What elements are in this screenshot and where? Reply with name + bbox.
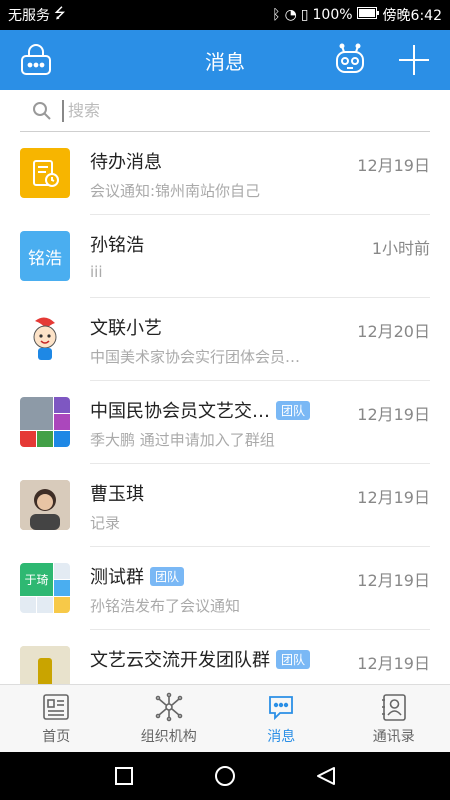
tab-contacts[interactable]: 通讯录 [338,685,450,752]
list-item[interactable]: 曹玉琪 记录 12月19日 [0,464,450,547]
app-header: 消息 [0,30,450,90]
mascot-icon [33,317,57,360]
item-name: 孙铭浩 [90,235,144,256]
item-preview: 中国美术家协会实行团体会员… [90,348,301,366]
contacts-icon [381,693,406,721]
avatar-text: 于琦 [20,563,53,596]
plus-icon [399,45,429,75]
item-time: 12月19日 [357,488,430,507]
item-preview: 会议通知:锦州南站你自己 [90,182,261,200]
item-time: 1小时前 [371,239,430,258]
message-icon [269,695,294,720]
item-time: 12月19日 [357,156,430,175]
list-item[interactable]: 铭浩 孙铭浩 iii 1小时前 [0,215,450,298]
item-name: 测试群 团队 [90,563,185,589]
carrier-text: 无服务 [8,8,50,24]
item-name: 曹玉琪 [90,484,144,505]
item-name: 中国民协会员文艺交… 团队 [90,397,311,423]
battery-icon [356,7,379,23]
back-icon[interactable] [316,766,336,786]
item-preview: 孙铭浩发布了会议通知 [90,597,241,615]
tab-messages[interactable]: 消息 [225,685,338,752]
search-bar [20,90,430,132]
avatar: 铭浩 [20,231,70,281]
person-photo-icon [20,480,70,530]
team-badge: 团队 [276,400,311,420]
item-preview: iii [90,263,103,281]
photo-avatar [20,646,70,684]
list-item[interactable]: 文艺云交流开发团队群 团队 12月19日 [0,630,450,684]
system-nav-bar [0,752,450,800]
item-time: 12月19日 [357,571,430,590]
page-title: 消息 [205,49,245,74]
bluetooth-icon: ᛒ [272,7,281,23]
battery-percent: 100% [312,7,353,23]
tab-label: 消息 [267,728,296,745]
org-icon [155,692,183,721]
todo-avatar [20,148,70,198]
tab-label: 通讯录 [372,728,415,745]
tab-org[interactable]: 组织机构 [113,685,226,752]
phone-photo-icon [20,646,70,684]
home-circle-icon[interactable] [214,765,236,787]
wifi-icon: ◔ [284,7,297,23]
todo-icon [33,160,59,187]
recents-icon[interactable] [114,766,134,786]
robot-button[interactable] [330,40,370,80]
add-button[interactable] [394,40,434,80]
tab-label: 组织机构 [140,728,197,745]
mascot-avatar [20,314,70,364]
team-badge: 团队 [150,566,185,586]
search-icon [33,101,51,120]
list-item[interactable]: 待办消息 会议通知:锦州南站你自己 12月19日 [0,132,450,215]
item-time: 12月20日 [357,322,430,341]
usb-icon: ⭍ [54,6,66,22]
group-avatar [20,397,70,447]
lock-icon [21,44,51,75]
avatar-text: 铭浩 [28,248,62,269]
item-name: 文艺云交流开发团队群 团队 [90,646,311,672]
photo-avatar [20,480,70,530]
group-avatar: 于琦 [20,563,70,613]
lock-button[interactable] [16,40,56,80]
status-bar: 无服务 ⭍ ᛒ ◔ ▯ 100% 傍晚6:42 [0,0,450,30]
team-badge: 团队 [276,649,311,669]
search-input[interactable] [62,99,402,122]
list-item[interactable]: 于琦 测试群 团队 孙铭浩发布了会议通知 12月19日 [0,547,450,630]
item-time: 12月19日 [357,405,430,424]
item-preview: 记录 [90,514,121,532]
list-item[interactable]: 文联小艺 中国美术家协会实行团体会员… 12月20日 [0,298,450,381]
message-list: 待办消息 会议通知:锦州南站你自己 12月19日 铭浩 孙铭浩 iii 1小时前… [0,132,450,684]
item-preview: 季大鹏 通过申请加入了群组 [90,431,275,449]
alert-icon: ▯ [300,7,309,23]
list-item[interactable]: 中国民协会员文艺交… 团队 季大鹏 通过申请加入了群组 12月19日 [0,381,450,464]
item-name: 文联小艺 [90,318,162,339]
tab-label: 首页 [42,728,71,745]
tab-home[interactable]: 首页 [0,685,113,752]
item-name: 待办消息 [90,152,162,173]
clock-text: 傍晚6:42 [382,8,442,24]
bottom-tab-bar: 首页 组织机构 消息 通讯录 [0,684,450,752]
home-icon [43,693,70,720]
item-time: 12月19日 [357,654,430,673]
robot-icon [336,43,364,73]
